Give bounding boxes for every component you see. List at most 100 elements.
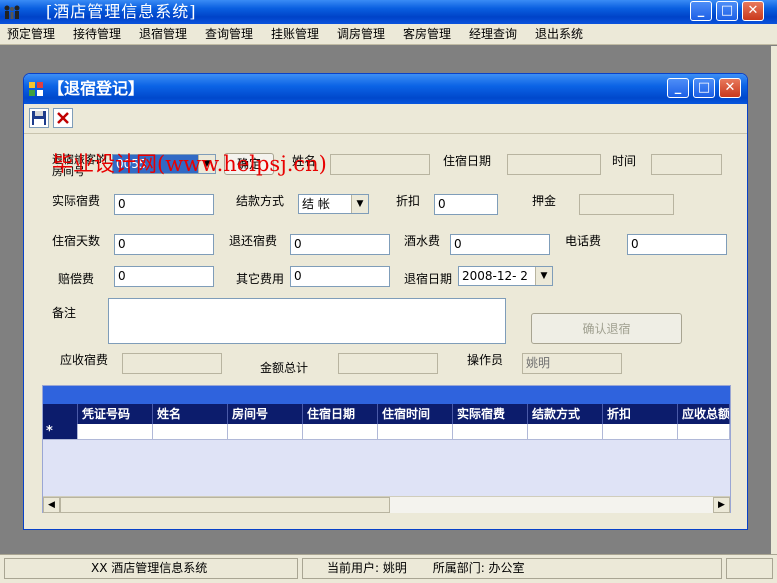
total-label: 金额总计 bbox=[260, 361, 309, 375]
status-empty-panel bbox=[726, 558, 773, 579]
grid-horizontal-scrollbar[interactable]: ◀ ▶ bbox=[43, 496, 730, 513]
grid-cell[interactable] bbox=[153, 424, 228, 440]
cancel-icon bbox=[57, 112, 69, 124]
scroll-left-button[interactable]: ◀ bbox=[43, 497, 60, 513]
column-header[interactable]: 住宿日期 bbox=[303, 404, 378, 424]
save-button[interactable] bbox=[29, 108, 49, 128]
drinks-fee-input[interactable]: 0 bbox=[450, 234, 550, 255]
column-header[interactable]: 住宿时间 bbox=[378, 404, 453, 424]
checkin-time-field[interactable] bbox=[651, 154, 722, 175]
column-header[interactable]: 结款方式 bbox=[528, 404, 603, 424]
close-icon: ✕ bbox=[724, 80, 736, 95]
child-maximize-button[interactable]: □ bbox=[693, 78, 715, 98]
close-button[interactable]: ✕ bbox=[742, 1, 764, 21]
column-header[interactable] bbox=[43, 404, 78, 424]
phone-fee-input[interactable]: 0 bbox=[627, 234, 727, 255]
status-bar: XX 酒店管理信息系统 当前用户: 姚明 所属部门: 办公室 bbox=[0, 554, 777, 583]
menu-item-exit[interactable]: 退出系统 bbox=[535, 26, 583, 42]
guest-name-field[interactable] bbox=[330, 154, 430, 175]
checkout-date-value: 2008-12- 2 bbox=[462, 269, 528, 283]
chevron-down-icon[interactable]: ▼ bbox=[351, 195, 368, 213]
menu-item-manager-query[interactable]: 经理查询 bbox=[469, 26, 517, 42]
checkout-window-title-bar: 【退宿登记】 _ □ ✕ bbox=[24, 74, 747, 104]
scroll-right-button[interactable]: ▶ bbox=[713, 497, 730, 513]
minimize-icon: _ bbox=[674, 80, 682, 95]
child-close-button[interactable]: ✕ bbox=[719, 78, 741, 98]
payment-method-value: 结 帐 bbox=[302, 197, 330, 211]
status-dept-text: 所属部门: 办公室 bbox=[432, 561, 525, 575]
status-current-user: 当前用户: 姚明 所属部门: 办公室 bbox=[302, 558, 722, 579]
total-field[interactable] bbox=[338, 353, 438, 374]
form-icon bbox=[29, 82, 43, 96]
menu-item-query[interactable]: 查询管理 bbox=[205, 26, 253, 42]
checkout-records-grid[interactable]: 凭证号码 姓名 房间号 住宿日期 住宿时间 实际宿费 结款方式 折扣 应收总额 … bbox=[42, 385, 731, 513]
deposit-field[interactable] bbox=[579, 194, 674, 215]
compensation-input[interactable]: 0 bbox=[114, 266, 214, 287]
grid-header: 凭证号码 姓名 房间号 住宿日期 住宿时间 实际宿费 结款方式 折扣 应收总额 bbox=[43, 404, 730, 424]
menu-item-booking[interactable]: 预定管理 bbox=[7, 26, 55, 42]
payment-method-label: 结款方式 bbox=[236, 194, 285, 208]
grid-cell[interactable] bbox=[528, 424, 603, 440]
menu-item-room-transfer[interactable]: 调房管理 bbox=[337, 26, 385, 42]
maximize-icon: □ bbox=[720, 3, 734, 18]
discount-label: 折扣 bbox=[396, 194, 421, 208]
confirm-checkout-button[interactable]: 确认退宿 bbox=[531, 313, 682, 344]
grid-cell[interactable] bbox=[453, 424, 528, 440]
column-header[interactable]: 应收总额 bbox=[678, 404, 730, 424]
operator-field[interactable]: 姚明 bbox=[522, 353, 622, 374]
column-header[interactable]: 凭证号码 bbox=[78, 404, 153, 424]
stay-days-input[interactable]: 0 bbox=[114, 234, 214, 255]
maximize-button[interactable]: □ bbox=[716, 1, 738, 21]
save-icon bbox=[32, 111, 46, 125]
stay-days-label: 住宿天数 bbox=[52, 234, 101, 248]
menu-item-checkout[interactable]: 退宿管理 bbox=[139, 26, 187, 42]
menu-item-rooms[interactable]: 客房管理 bbox=[403, 26, 451, 42]
other-fee-label: 其它费用 bbox=[236, 272, 285, 286]
mdi-vertical-scrollbar[interactable] bbox=[771, 46, 777, 554]
checkin-date-field[interactable] bbox=[507, 154, 601, 175]
deposit-label: 押金 bbox=[532, 194, 557, 208]
column-header[interactable]: 折扣 bbox=[603, 404, 678, 424]
refund-fee-label: 退还宿费 bbox=[229, 234, 278, 248]
grid-cell[interactable] bbox=[78, 424, 153, 440]
discount-input[interactable]: 0 bbox=[434, 194, 498, 215]
grid-cell[interactable] bbox=[603, 424, 678, 440]
minimize-button[interactable]: _ bbox=[690, 1, 712, 21]
grid-cell[interactable] bbox=[378, 424, 453, 440]
checkin-date-label: 住宿日期 bbox=[443, 154, 492, 168]
close-icon: ✕ bbox=[747, 3, 759, 18]
watermark-text: 毕业设计网(www.helpsj.cn) bbox=[52, 152, 327, 176]
menu-item-reception[interactable]: 接待管理 bbox=[73, 26, 121, 42]
remarks-textarea[interactable] bbox=[108, 298, 506, 344]
other-fee-input[interactable]: 0 bbox=[290, 266, 390, 287]
checkin-time-label: 时间 bbox=[612, 154, 637, 168]
child-minimize-button[interactable]: _ bbox=[667, 78, 689, 98]
grid-cell[interactable] bbox=[303, 424, 378, 440]
payment-method-select[interactable]: 结 帐 ▼ bbox=[298, 194, 369, 214]
new-row-marker: * bbox=[43, 424, 78, 440]
checkout-window: 【退宿登记】 _ □ ✕ 退宿旅客的房间号 0055 ▼ 确定 姓名 住宿日期 … bbox=[23, 73, 748, 530]
actual-fee-input[interactable]: 0 bbox=[114, 194, 214, 215]
checkout-date-picker[interactable]: 2008-12- 2 ▼ bbox=[458, 266, 553, 286]
toolbar bbox=[24, 104, 747, 134]
status-system-name: XX 酒店管理信息系统 bbox=[4, 558, 298, 579]
scroll-thumb[interactable] bbox=[60, 497, 390, 513]
table-row[interactable]: * bbox=[43, 424, 730, 440]
chevron-down-icon[interactable]: ▼ bbox=[535, 267, 552, 285]
maximize-icon: □ bbox=[697, 80, 711, 95]
menu-item-credit[interactable]: 挂账管理 bbox=[271, 26, 319, 42]
receivable-label: 应收宿费 bbox=[60, 353, 109, 367]
refund-fee-input[interactable]: 0 bbox=[290, 234, 390, 255]
actual-fee-label: 实际宿费 bbox=[52, 194, 101, 208]
menu-bar: 预定管理 接待管理 退宿管理 查询管理 挂账管理 调房管理 客房管理 经理查询 … bbox=[0, 24, 777, 45]
cancel-button[interactable] bbox=[53, 108, 73, 128]
column-header[interactable]: 姓名 bbox=[153, 404, 228, 424]
grid-cell[interactable] bbox=[678, 424, 730, 440]
grid-cell[interactable] bbox=[228, 424, 303, 440]
receivable-field[interactable] bbox=[122, 353, 222, 374]
status-user-text: 当前用户: 姚明 bbox=[327, 561, 407, 575]
column-header[interactable]: 房间号 bbox=[228, 404, 303, 424]
compensation-label: 赔偿费 bbox=[58, 272, 95, 286]
column-header[interactable]: 实际宿费 bbox=[453, 404, 528, 424]
chevron-left-icon: ◀ bbox=[48, 500, 55, 510]
